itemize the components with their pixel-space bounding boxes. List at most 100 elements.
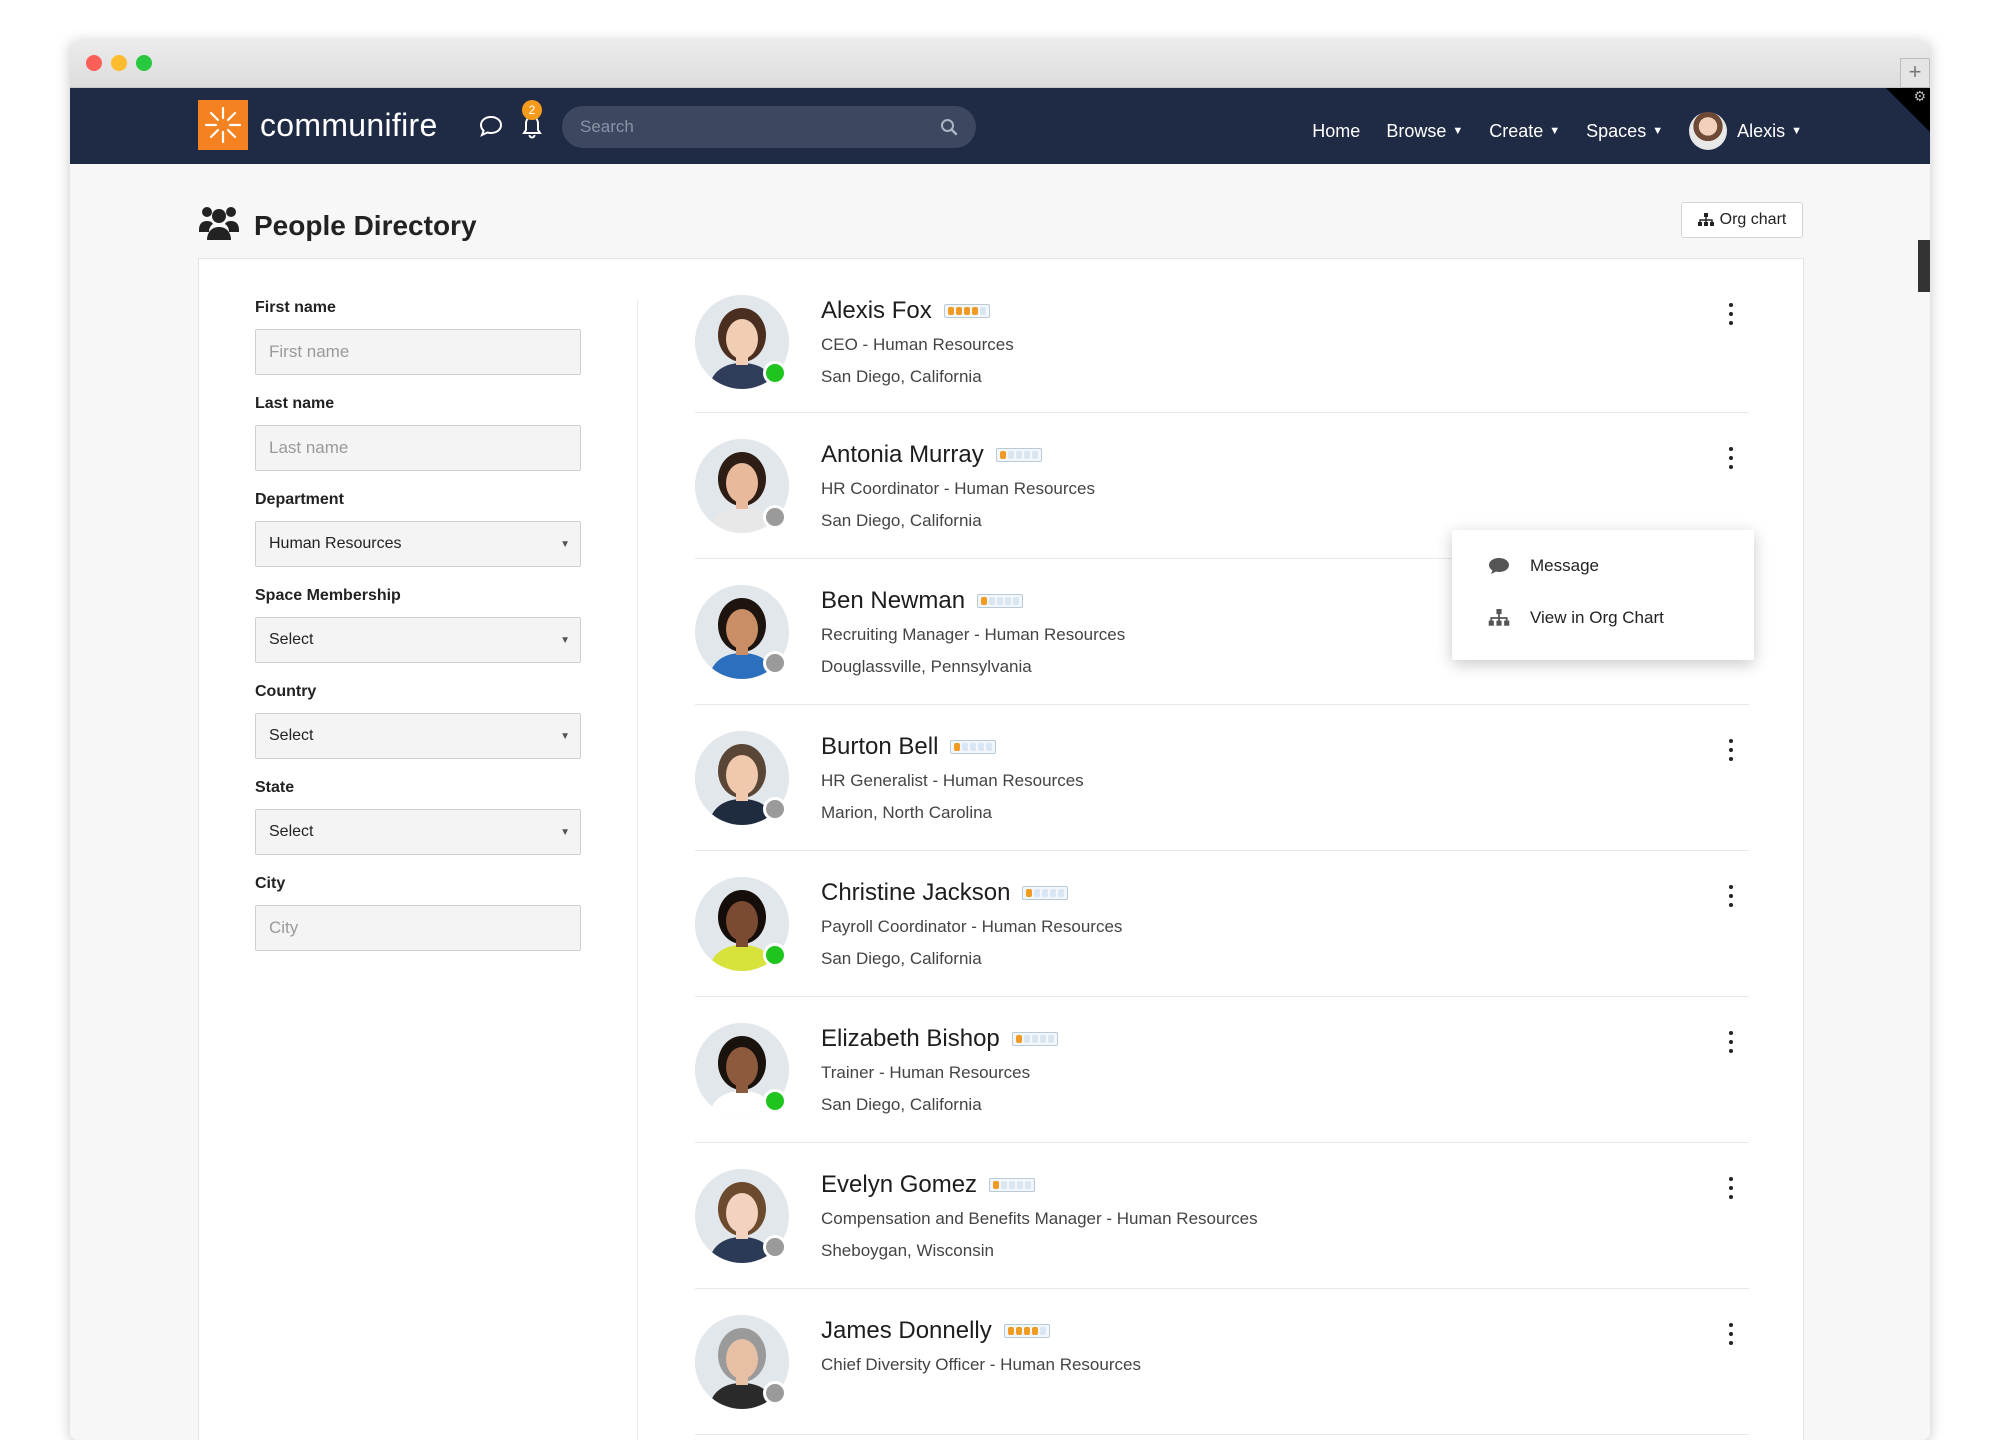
rank-badge-icon bbox=[943, 304, 990, 318]
country-label: Country bbox=[255, 683, 317, 700]
directory-panel: First name Last name Department Human Re… bbox=[198, 258, 1804, 1440]
more-options-icon[interactable] bbox=[1727, 1031, 1735, 1053]
person-card: Evelyn Gomez Compensation and Benefits Ma… bbox=[695, 1143, 1749, 1289]
maximize-window-button[interactable] bbox=[136, 55, 152, 71]
person-name[interactable]: Evelyn Gomez bbox=[821, 1171, 977, 1199]
person-title: Recruiting Manager - Human Resources bbox=[821, 625, 1126, 644]
page-content: People Directory Org chart First name La… bbox=[70, 164, 1930, 1440]
first-name-input[interactable] bbox=[255, 329, 581, 375]
person-name[interactable]: Antonia Murray bbox=[821, 441, 984, 469]
more-options-icon[interactable] bbox=[1727, 1323, 1735, 1345]
more-options-icon[interactable] bbox=[1727, 447, 1735, 469]
search-icon[interactable] bbox=[940, 118, 958, 141]
new-tab-button[interactable]: + bbox=[1900, 58, 1930, 88]
person-name-row: Christine Jackson bbox=[821, 879, 1122, 907]
person-info: Evelyn Gomez Compensation and Benefits Ma… bbox=[821, 1171, 1258, 1261]
menu-item-view-org-chart-label: View in Org Chart bbox=[1530, 608, 1664, 627]
browser-chrome: + bbox=[70, 40, 1930, 88]
divider bbox=[637, 299, 638, 1440]
user-menu[interactable]: Alexis ▼ bbox=[1689, 112, 1802, 150]
space-membership-select[interactable]: Select ▼ bbox=[255, 617, 581, 663]
minimize-window-button[interactable] bbox=[111, 55, 127, 71]
logo[interactable]: communifire bbox=[198, 100, 438, 150]
gear-icon[interactable]: ⚙ bbox=[1913, 88, 1926, 105]
presence-online-indicator bbox=[763, 1089, 787, 1113]
scrollbar-thumb[interactable] bbox=[1918, 240, 1930, 292]
person-name-row: Burton Bell bbox=[821, 733, 1084, 761]
person-info: Christine Jackson Payroll Coordinator - H… bbox=[821, 879, 1122, 969]
more-options-icon[interactable] bbox=[1727, 303, 1735, 325]
rank-badge-icon bbox=[1003, 1324, 1050, 1338]
page-title: People Directory bbox=[254, 209, 477, 241]
person-title: Trainer - Human Resources bbox=[821, 1063, 1031, 1082]
org-chart-button-label: Org chart bbox=[1719, 211, 1787, 228]
nav-home[interactable]: Home bbox=[1312, 121, 1360, 142]
nav-browse[interactable]: Browse ▼ bbox=[1386, 121, 1463, 142]
rank-badge-icon bbox=[989, 1178, 1036, 1192]
person-card: Elizabeth Bishop Trainer - Human Resource… bbox=[695, 997, 1749, 1143]
close-window-button[interactable] bbox=[86, 55, 102, 71]
person-location: San Diego, California bbox=[821, 367, 982, 386]
more-options-icon[interactable] bbox=[1727, 885, 1735, 907]
presence-offline-indicator bbox=[763, 1235, 787, 1259]
logo-mark-icon bbox=[198, 100, 248, 150]
more-options-icon[interactable] bbox=[1727, 739, 1735, 761]
person-name[interactable]: Burton Bell bbox=[821, 733, 938, 761]
person-name[interactable]: Ben Newman bbox=[821, 587, 965, 615]
rank-badge-icon bbox=[950, 740, 997, 754]
rank-badge-icon bbox=[995, 448, 1042, 462]
nav-create[interactable]: Create ▼ bbox=[1489, 121, 1560, 142]
main-menu: Home Browse ▼ Create ▼ Spaces ▼ Alexis ▼ bbox=[1312, 112, 1802, 150]
person-name[interactable]: Christine Jackson bbox=[821, 879, 1010, 907]
top-navigation: communifire 2 Home Browse ▼ Create ▼ Space… bbox=[70, 88, 1930, 164]
caret-down-icon: ▼ bbox=[1652, 125, 1664, 137]
state-select[interactable]: Select ▼ bbox=[255, 809, 581, 855]
people-list: Alexis Fox CEO - Human Resources San Diego… bbox=[695, 259, 1749, 1435]
state-label: State bbox=[255, 779, 295, 796]
person-card: Alexis Fox CEO - Human Resources San Diego… bbox=[695, 295, 1749, 413]
person-location: Marion, North Carolina bbox=[821, 803, 993, 822]
person-title: Payroll Coordinator - Human Resources bbox=[821, 917, 1123, 936]
org-chart-button[interactable]: Org chart bbox=[1681, 202, 1803, 238]
chat-icon[interactable] bbox=[478, 114, 504, 143]
presence-offline-indicator bbox=[763, 651, 787, 675]
nav-spaces[interactable]: Spaces ▼ bbox=[1586, 121, 1663, 142]
caret-down-icon: ▼ bbox=[1549, 125, 1561, 137]
search-bar[interactable] bbox=[562, 106, 976, 148]
person-name[interactable]: James Donnelly bbox=[821, 1317, 992, 1345]
department-select[interactable]: Human Resources ▼ bbox=[255, 521, 581, 567]
filter-sidebar: First name Last name Department Human Re… bbox=[255, 299, 581, 971]
person-name-row: Evelyn Gomez bbox=[821, 1171, 1258, 1199]
person-info: Antonia Murray HR Coordinator - Human Res… bbox=[821, 441, 1095, 531]
person-name[interactable]: Alexis Fox bbox=[821, 297, 932, 325]
person-name[interactable]: Elizabeth Bishop bbox=[821, 1025, 1000, 1053]
menu-item-message[interactable]: Message bbox=[1488, 556, 1599, 576]
caret-down-icon: ▼ bbox=[1791, 125, 1802, 137]
select-arrow-icon: ▼ bbox=[560, 826, 570, 838]
select-arrow-icon: ▼ bbox=[560, 730, 570, 742]
user-name: Alexis bbox=[1737, 120, 1786, 141]
person-name-row: Alexis Fox bbox=[821, 297, 1014, 325]
search-input[interactable] bbox=[580, 117, 920, 137]
people-group-icon bbox=[198, 204, 240, 247]
logo-text: communifire bbox=[260, 106, 438, 143]
chat-bubble-icon bbox=[1489, 558, 1509, 574]
last-name-input[interactable] bbox=[255, 425, 581, 471]
city-label: City bbox=[255, 875, 286, 892]
presence-offline-indicator bbox=[763, 1381, 787, 1405]
presence-online-indicator bbox=[763, 943, 787, 967]
notification-badge: 2 bbox=[522, 100, 542, 120]
department-value: Human Resources bbox=[269, 535, 402, 552]
person-info: James Donnelly Chief Diversity Officer - … bbox=[821, 1317, 1141, 1387]
person-title: HR Generalist - Human Resources bbox=[821, 771, 1084, 790]
city-input[interactable] bbox=[255, 905, 581, 951]
browser-window: + communifire 2 Search Home Browse ▼ Cre… bbox=[70, 40, 1930, 1440]
user-avatar bbox=[1689, 112, 1728, 150]
country-select[interactable]: Select ▼ bbox=[255, 713, 581, 759]
more-options-icon[interactable] bbox=[1727, 1177, 1735, 1199]
person-info: Burton Bell HR Generalist - Human Resourc… bbox=[821, 733, 1084, 823]
person-location: San Diego, California bbox=[821, 511, 982, 530]
menu-item-view-org-chart[interactable]: View in Org Chart bbox=[1488, 608, 1664, 628]
person-card: Christine Jackson Payroll Coordinator - H… bbox=[695, 851, 1749, 997]
person-card: Burton Bell HR Generalist - Human Resourc… bbox=[695, 705, 1749, 851]
